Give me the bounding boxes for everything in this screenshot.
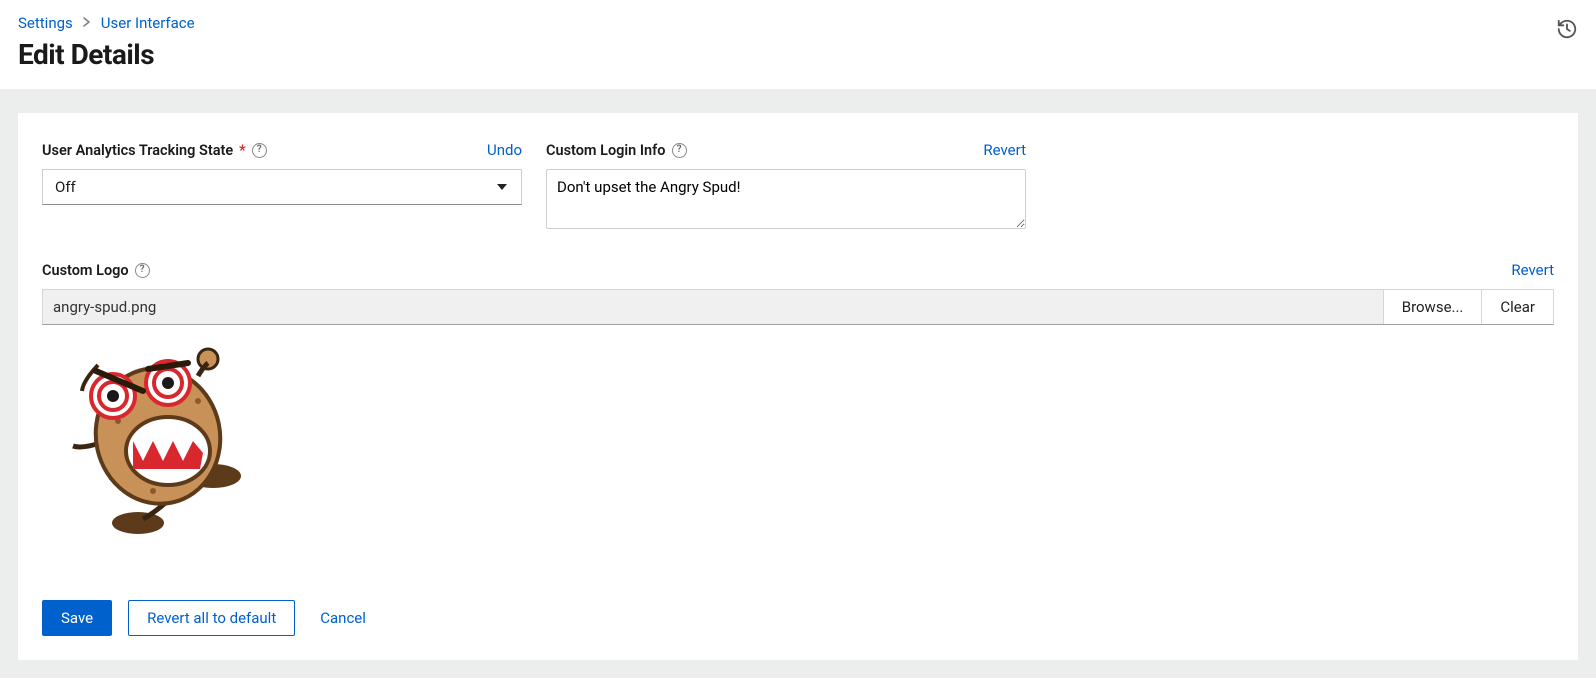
revert-login-info-link[interactable]: Revert xyxy=(983,141,1026,159)
logo-preview xyxy=(58,341,1554,540)
revert-logo-link[interactable]: Revert xyxy=(1511,261,1554,279)
form-card: User Analytics Tracking State * ? Undo O… xyxy=(18,113,1578,660)
file-name-display: angry-spud.png xyxy=(43,290,1383,324)
label-analytics: User Analytics Tracking State * ? xyxy=(42,142,267,159)
analytics-select-value: Off xyxy=(55,178,76,196)
save-button[interactable]: Save xyxy=(42,600,112,636)
revert-all-button[interactable]: Revert all to default xyxy=(128,600,295,636)
required-indicator: * xyxy=(239,142,246,159)
chevron-right-icon xyxy=(83,16,91,30)
field-custom-logo: Custom Logo ? Revert angry-spud.png Brow… xyxy=(42,261,1554,540)
form-actions: Save Revert all to default Cancel xyxy=(42,600,1554,636)
breadcrumb: Settings User Interface xyxy=(18,14,195,32)
history-icon[interactable] xyxy=(1556,18,1578,44)
file-input-row: angry-spud.png Browse... Clear xyxy=(42,289,1554,325)
analytics-select[interactable]: Off xyxy=(42,169,522,205)
chevron-down-icon xyxy=(497,184,507,190)
login-info-textarea[interactable] xyxy=(546,169,1026,229)
help-icon[interactable]: ? xyxy=(672,143,687,158)
label-login-info: Custom Login Info ? xyxy=(546,142,687,159)
page-header: Settings User Interface Edit Details xyxy=(0,0,1596,89)
content-area: User Analytics Tracking State * ? Undo O… xyxy=(0,89,1596,678)
help-icon[interactable]: ? xyxy=(252,143,267,158)
cancel-button[interactable]: Cancel xyxy=(311,600,375,636)
label-custom-logo: Custom Logo ? xyxy=(42,262,150,279)
clear-button[interactable]: Clear xyxy=(1481,290,1553,324)
undo-analytics-link[interactable]: Undo xyxy=(487,141,522,159)
browse-button[interactable]: Browse... xyxy=(1383,290,1482,324)
field-login-info: Custom Login Info ? Revert xyxy=(546,141,1026,233)
breadcrumb-user-interface[interactable]: User Interface xyxy=(101,14,195,32)
angry-spud-image xyxy=(58,341,268,536)
page-title: Edit Details xyxy=(18,38,195,71)
breadcrumb-settings[interactable]: Settings xyxy=(18,14,73,32)
field-analytics: User Analytics Tracking State * ? Undo O… xyxy=(42,141,522,233)
help-icon[interactable]: ? xyxy=(135,263,150,278)
